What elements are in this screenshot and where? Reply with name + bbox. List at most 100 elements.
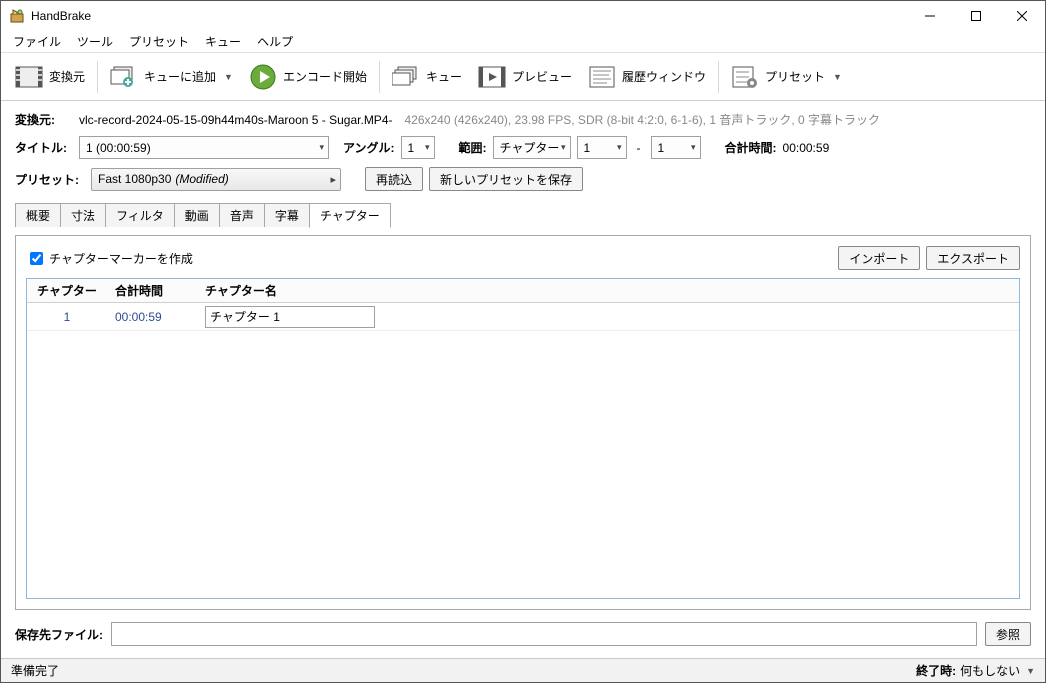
total-time-label: 合計時間: [725,139,777,156]
export-button[interactable]: エクスポート [926,246,1020,270]
app-window: HandBrake ファイル ツール プリセット キュー ヘルプ 変換元 キュー… [0,0,1046,683]
preview-icon [478,63,506,91]
angle-select[interactable]: 1▾ [401,136,435,159]
chevron-down-icon[interactable]: ▼ [1026,666,1035,676]
menu-file[interactable]: ファイル [5,31,69,52]
preset-row: プリセット: Fast 1080p30 (Modified) ▸ 再読込 新しい… [15,167,1031,191]
source-filename: vlc-record-2024-05-15-09h44m40s-Maroon 5… [79,113,392,127]
angle-value: 1 [408,141,415,155]
separator [379,61,380,93]
th-chapter: チャプター [27,282,107,299]
queue-label: キュー [426,68,462,85]
add-queue-icon [110,63,138,91]
when-done-label: 終了時: [916,662,956,679]
save-new-preset-button[interactable]: 新しいプリセットを保存 [429,167,583,191]
activity-icon [588,63,616,91]
add-queue-label: キューに追加 [144,68,216,85]
preview-button[interactable]: プレビュー [470,59,580,95]
total-time-value: 00:00:59 [783,141,830,155]
range-type-select[interactable]: チャプター▾ [493,136,571,159]
tab-chapters[interactable]: チャプター [309,203,391,228]
source-label: 変換元: [15,111,73,128]
table-header: チャプター 合計時間 チャプター名 [27,279,1019,303]
preset-value: Fast 1080p30 [98,172,171,186]
destination-row: 保存先ファイル: 参照 [1,610,1045,658]
window-title: HandBrake [31,9,907,23]
tabs: 概要 寸法 フィルタ 動画 音声 字幕 チャプター [15,203,1031,227]
presets-button[interactable]: プリセット ▼ [723,59,850,95]
range-from-select[interactable]: 1▾ [577,136,627,159]
cell-chapter-num: 1 [27,310,107,324]
activity-button[interactable]: 履歴ウィンドウ [580,59,714,95]
chevron-down-icon[interactable]: ▼ [833,72,842,82]
separator [97,61,98,93]
preset-modified: (Modified) [175,172,228,186]
tab-summary[interactable]: 概要 [15,203,61,227]
chapter-checkbox-row: チャプターマーカーを作成 インポート エクスポート [26,246,1020,270]
reload-preset-button[interactable]: 再読込 [365,167,423,191]
chevron-down-icon[interactable]: ▼ [224,72,233,82]
tab-filters[interactable]: フィルタ [105,203,175,227]
source-button[interactable]: 変換元 [7,59,93,95]
range-to-value: 1 [658,141,665,155]
film-icon [15,63,43,91]
browse-button[interactable]: 参照 [985,622,1031,646]
when-done-value: 何もしない [960,662,1020,679]
source-label: 変換元 [49,68,85,85]
tab-subtitles[interactable]: 字幕 [264,203,310,227]
preset-select[interactable]: Fast 1080p30 (Modified) ▸ [91,168,341,191]
maximize-button[interactable] [953,1,999,31]
create-chapter-markers-label: チャプターマーカーを作成 [49,250,193,267]
play-icon [249,63,277,91]
tab-dimensions[interactable]: 寸法 [60,203,106,227]
presets-label: プリセット [765,68,825,85]
destination-label: 保存先ファイル: [15,626,103,643]
source-row: 変換元: vlc-record-2024-05-15-09h44m40s-Mar… [15,111,1031,128]
queue-button[interactable]: キュー [384,59,470,95]
destination-input[interactable] [111,622,977,646]
import-button[interactable]: インポート [838,246,920,270]
angle-label: アングル: [343,139,395,156]
minimize-button[interactable] [907,1,953,31]
title-select[interactable]: 1 (00:00:59)▾ [79,136,329,159]
statusbar: 準備完了 終了時: 何もしない ▼ [1,658,1045,682]
tab-video[interactable]: 動画 [174,203,220,227]
tab-audio[interactable]: 音声 [219,203,265,227]
chapters-panel: チャプターマーカーを作成 インポート エクスポート チャプター 合計時間 チャプ… [15,235,1031,610]
th-name: チャプター名 [197,282,1019,299]
chapter-name-input[interactable] [205,306,375,328]
status-text: 準備完了 [11,662,59,679]
queue-icon [392,63,420,91]
close-button[interactable] [999,1,1045,31]
create-chapter-markers-checkbox[interactable] [30,252,43,265]
menubar: ファイル ツール プリセット キュー ヘルプ [1,31,1045,53]
presets-icon [731,63,759,91]
menu-queue[interactable]: キュー [197,31,249,52]
range-from-value: 1 [584,141,591,155]
range-to-select[interactable]: 1▾ [651,136,701,159]
start-encode-label: エンコード開始 [283,68,367,85]
toolbar: 変換元 キューに追加 ▼ エンコード開始 キュー プレビュー 履歴ウィンドウ プ… [1,53,1045,101]
preview-label: プレビュー [512,68,572,85]
th-duration: 合計時間 [107,282,197,299]
app-icon [9,8,25,24]
title-row: タイトル: 1 (00:00:59)▾ アングル: 1▾ 範囲: チャプター▾ … [15,136,1031,159]
preset-label: プリセット: [15,171,85,188]
titlebar: HandBrake [1,1,1045,31]
cell-chapter-name [197,306,1019,328]
chapters-table: チャプター 合計時間 チャプター名 1 00:00:59 [26,278,1020,599]
range-type-value: チャプター [500,139,560,156]
start-encode-button[interactable]: エンコード開始 [241,59,375,95]
separator [718,61,719,93]
range-label: 範囲: [459,139,487,156]
cell-chapter-dur: 00:00:59 [107,310,197,324]
title-label: タイトル: [15,139,73,156]
activity-label: 履歴ウィンドウ [622,68,706,85]
menu-presets[interactable]: プリセット [121,31,197,52]
range-dash: - [633,141,645,155]
table-row[interactable]: 1 00:00:59 [27,303,1019,331]
menu-help[interactable]: ヘルプ [249,31,301,52]
menu-tools[interactable]: ツール [69,31,121,52]
add-queue-button[interactable]: キューに追加 ▼ [102,59,241,95]
content-area: 変換元: vlc-record-2024-05-15-09h44m40s-Mar… [1,101,1045,610]
